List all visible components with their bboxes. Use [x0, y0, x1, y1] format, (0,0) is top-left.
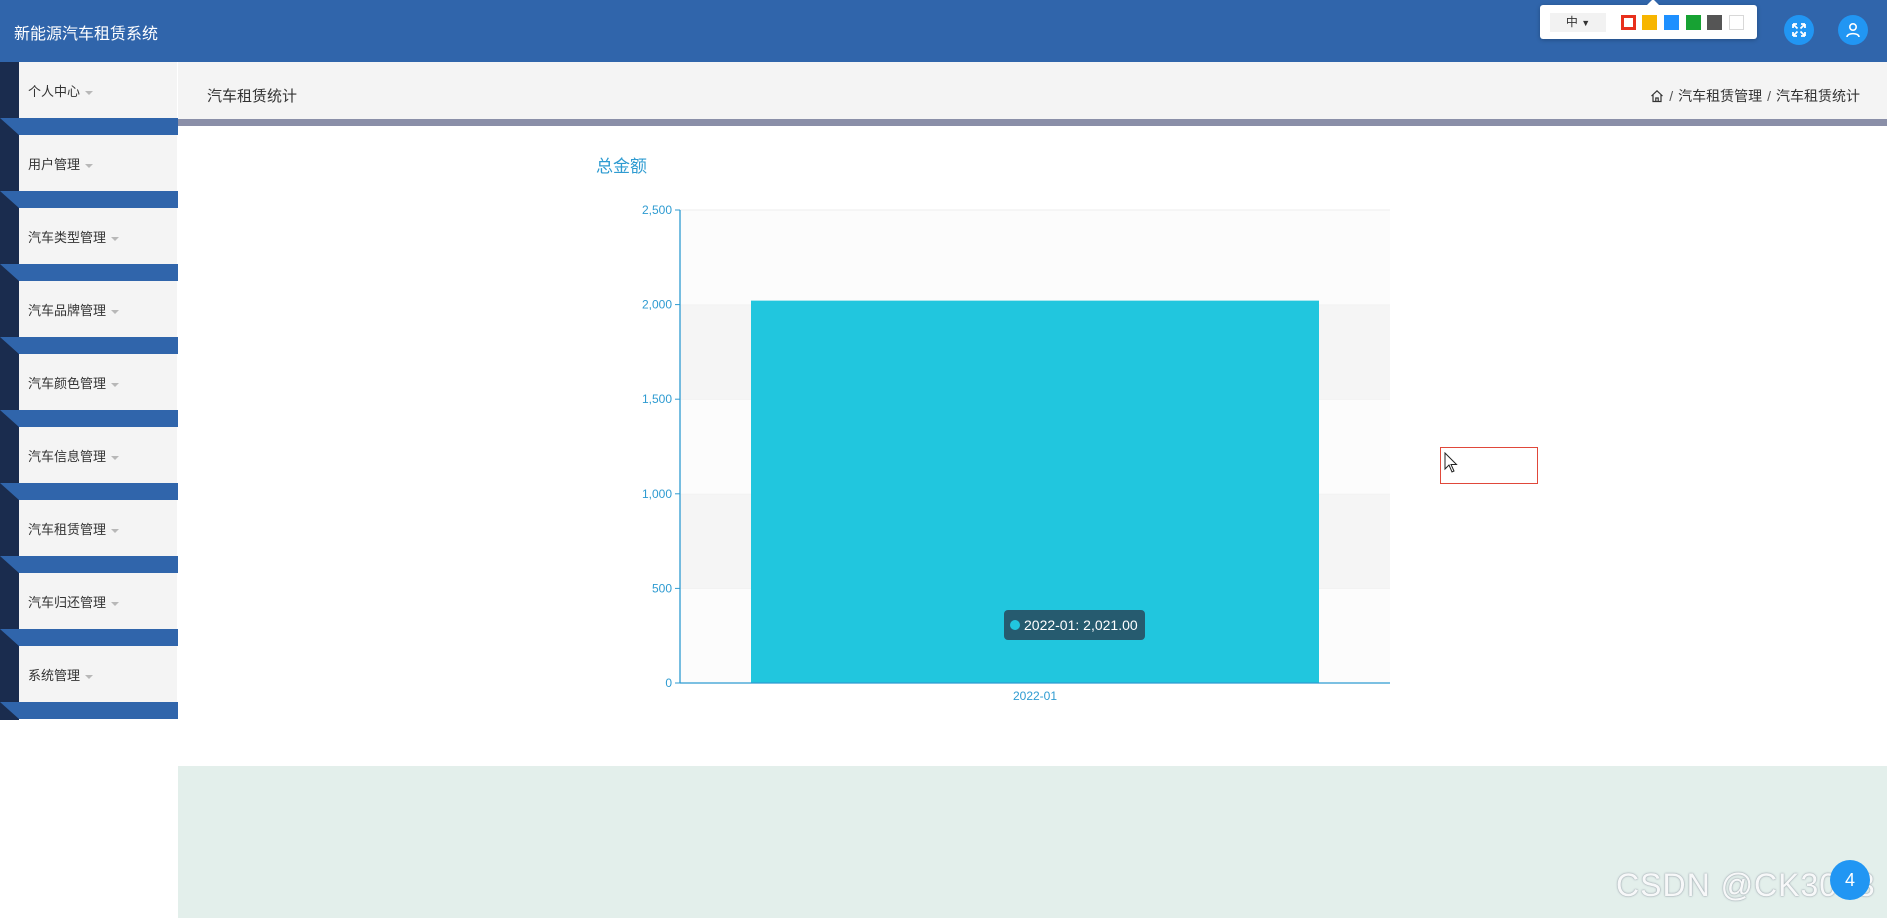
sidebar-item-car-return-management[interactable]: 汽车归还管理 — [19, 573, 177, 629]
sidebar-item-label: 个人中心 — [28, 84, 81, 99]
page-header-bar: 汽车租赁统计 / 汽车租赁管理 / 汽车租赁统计 — [178, 62, 1887, 119]
sidebar-divider — [0, 337, 178, 354]
page-title: 汽车租赁统计 — [207, 88, 298, 105]
caret-down-icon — [111, 455, 120, 460]
theme-switcher-panel: 中 ▼ — [1540, 0, 1757, 39]
language-select[interactable]: 中 ▼ — [1550, 13, 1606, 32]
y-tick-label: 0 — [665, 676, 672, 690]
theme-swatch-white[interactable] — [1729, 15, 1744, 30]
breadcrumb: / 汽车租赁管理 / 汽车租赁统计 — [1650, 86, 1860, 106]
sidebar-menu: 个人中心 用户管理 汽车类型管理 汽车品牌管理 汽车颜色管理 汽车信息管理 汽车… — [0, 62, 178, 720]
breadcrumb-item-rental-management[interactable]: 汽车租赁管理 — [1678, 86, 1762, 106]
sidebar-item-label: 汽车归还管理 — [28, 595, 107, 610]
sidebar-item-car-rental-management[interactable]: 汽车租赁管理 — [19, 500, 177, 556]
theme-swatch-blue[interactable] — [1664, 15, 1679, 30]
chevron-down-icon: ▼ — [1581, 18, 1591, 28]
fullscreen-icon — [1792, 23, 1806, 37]
sidebar-item-car-brand-management[interactable]: 汽车品牌管理 — [19, 281, 177, 337]
caret-down-icon — [111, 601, 120, 606]
sidebar-item-user-management[interactable]: 用户管理 — [19, 135, 177, 191]
sidebar-item-label: 用户管理 — [28, 157, 81, 172]
theme-swatch-orange[interactable] — [1642, 15, 1657, 30]
y-tick-label: 1,500 — [642, 392, 672, 406]
top-header: 新能源汽车租赁系统 中 ▼ — [0, 0, 1887, 62]
caret-down-icon — [85, 90, 94, 95]
chart-tooltip: 2022-01: 2,021.00 — [1004, 610, 1145, 640]
sidebar-item-label: 系统管理 — [28, 668, 81, 683]
grid-band — [680, 210, 1390, 305]
sidebar-edge — [0, 62, 19, 720]
y-tick-label: 1,000 — [642, 487, 672, 501]
caret-down-icon — [85, 163, 94, 168]
sidebar-item-label: 汽车品牌管理 — [28, 303, 107, 318]
sidebar-divider — [0, 264, 178, 281]
sidebar-item-label: 汽车类型管理 — [28, 230, 107, 245]
sidebar-divider — [0, 191, 178, 208]
sidebar-item-car-color-management[interactable]: 汽车颜色管理 — [19, 354, 177, 410]
caret-down-icon — [111, 528, 120, 533]
y-tick-label: 2,500 — [642, 203, 672, 217]
sidebar-item-car-type-management[interactable]: 汽车类型管理 — [19, 208, 177, 264]
mouse-cursor-icon — [1444, 452, 1458, 473]
chart-title: 总金额 — [596, 157, 647, 176]
y-tick-label: 500 — [652, 581, 672, 595]
sidebar-divider — [0, 410, 178, 427]
breadcrumb-item-rental-statistics: 汽车租赁统计 — [1776, 88, 1860, 104]
user-icon — [1846, 22, 1860, 38]
breadcrumb-separator: / — [1669, 88, 1674, 104]
sidebar-item-system-management[interactable]: 系统管理 — [19, 646, 177, 702]
caret-down-icon — [111, 309, 120, 314]
user-menu-button[interactable] — [1838, 15, 1868, 45]
sidebar-item-car-info-management[interactable]: 汽车信息管理 — [19, 427, 177, 483]
fullscreen-button[interactable] — [1784, 15, 1814, 45]
theme-swatch-red[interactable] — [1621, 15, 1636, 30]
header-underline — [178, 119, 1887, 126]
sidebar-item-label: 汽车信息管理 — [28, 449, 107, 464]
sidebar-item-label: 汽车租赁管理 — [28, 522, 107, 537]
floating-badge-button[interactable]: 4 — [1830, 860, 1870, 900]
caret-down-icon — [111, 236, 120, 241]
app-title: 新能源汽车租赁系统 — [14, 26, 159, 43]
sidebar-divider — [0, 118, 178, 135]
caret-down-icon — [111, 382, 120, 387]
y-tick-label: 2,000 — [642, 298, 672, 312]
series-dot-icon — [1010, 620, 1020, 631]
home-icon[interactable] — [1650, 89, 1664, 103]
x-tick-label: 2022-01 — [1013, 689, 1057, 703]
theme-swatch-gray[interactable] — [1707, 15, 1722, 30]
sidebar-item-label: 汽车颜色管理 — [28, 376, 107, 391]
breadcrumb-separator: / — [1767, 88, 1771, 104]
tooltip-text: 2022-01: 2,021.00 — [1024, 617, 1138, 633]
sidebar-divider — [0, 702, 178, 719]
sidebar-item-personal-center[interactable]: 个人中心 — [19, 62, 177, 118]
sidebar-divider — [0, 629, 178, 646]
theme-swatch-green[interactable] — [1686, 15, 1701, 30]
caret-down-icon — [85, 674, 94, 679]
language-label: 中 — [1565, 15, 1578, 29]
sidebar-divider — [0, 483, 178, 500]
sidebar-divider — [0, 556, 178, 573]
